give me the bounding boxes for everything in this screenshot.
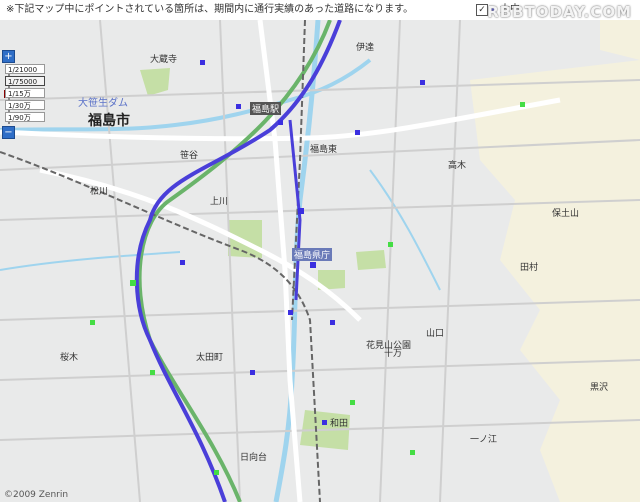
- label-hodoyama: 保土山: [552, 209, 580, 219]
- zoom-scale-option[interactable]: 1/30万: [5, 100, 45, 110]
- label-sasaya: 笹谷: [180, 151, 199, 161]
- zoom-scale-option[interactable]: 1/90万: [5, 112, 45, 122]
- zoom-out-button[interactable]: −: [2, 126, 15, 139]
- mountain-area-2: [600, 20, 640, 60]
- label-daizoji: 大蔵寺: [150, 55, 178, 65]
- park-area: [356, 250, 386, 270]
- copyright: ©2009 Zenrin: [4, 490, 69, 500]
- label-hinatadai: 日向台: [240, 453, 268, 463]
- watermark: RBBTODAY.COM: [487, 3, 632, 21]
- label-juman: 十万: [384, 349, 403, 359]
- map-canvas[interactable]: 福島市 大笹生ダム 大蔵寺 福島駅 福島県庁 伊達 高木 福島東 笹谷 松川 花…: [0, 20, 640, 502]
- map-svg: [0, 20, 640, 502]
- label-sakuragi: 桜木: [60, 353, 79, 363]
- river: [369, 169, 441, 291]
- label-kamikawa: 上川: [210, 197, 229, 207]
- label-matsukawa: 松川: [90, 187, 109, 197]
- label-fukushima-kencho: 福島県庁: [292, 248, 333, 261]
- zoom-scale-option[interactable]: 1/21000: [5, 64, 45, 74]
- label-fukushima-higashi: 福島東: [310, 145, 338, 155]
- zoom-scale-option-active[interactable]: 1/75000: [5, 76, 45, 86]
- label-ootanimachi: 太田町: [196, 353, 224, 363]
- label-ichinoe: 一ノ江: [470, 435, 498, 445]
- label-takagi: 高木: [448, 161, 467, 171]
- label-date: 伊達: [356, 43, 375, 53]
- label-fukushima-city: 福島市: [88, 113, 130, 129]
- label-fukushima-eki: 福島駅: [250, 102, 282, 115]
- zoom-scale-option[interactable]: 1/15万: [5, 88, 45, 98]
- notice-bar: ※下記マップ中にポイントされている箇所は、期間内に通行実績のあった道路になります…: [0, 0, 640, 21]
- label-kurosawa: 黒沢: [590, 383, 609, 393]
- label-oomori-dam: 大笹生ダム: [78, 98, 128, 109]
- label-wada: 和田: [330, 419, 349, 429]
- zoom-in-button[interactable]: +: [2, 50, 15, 63]
- river: [0, 251, 181, 271]
- label-tamura: 田村: [520, 263, 539, 273]
- notice-text: ※下記マップ中にポイントされている箇所は、期間内に通行実績のあった道路になります…: [6, 4, 414, 15]
- label-yama-kuchi: 山口: [426, 329, 445, 339]
- park-area: [140, 68, 170, 96]
